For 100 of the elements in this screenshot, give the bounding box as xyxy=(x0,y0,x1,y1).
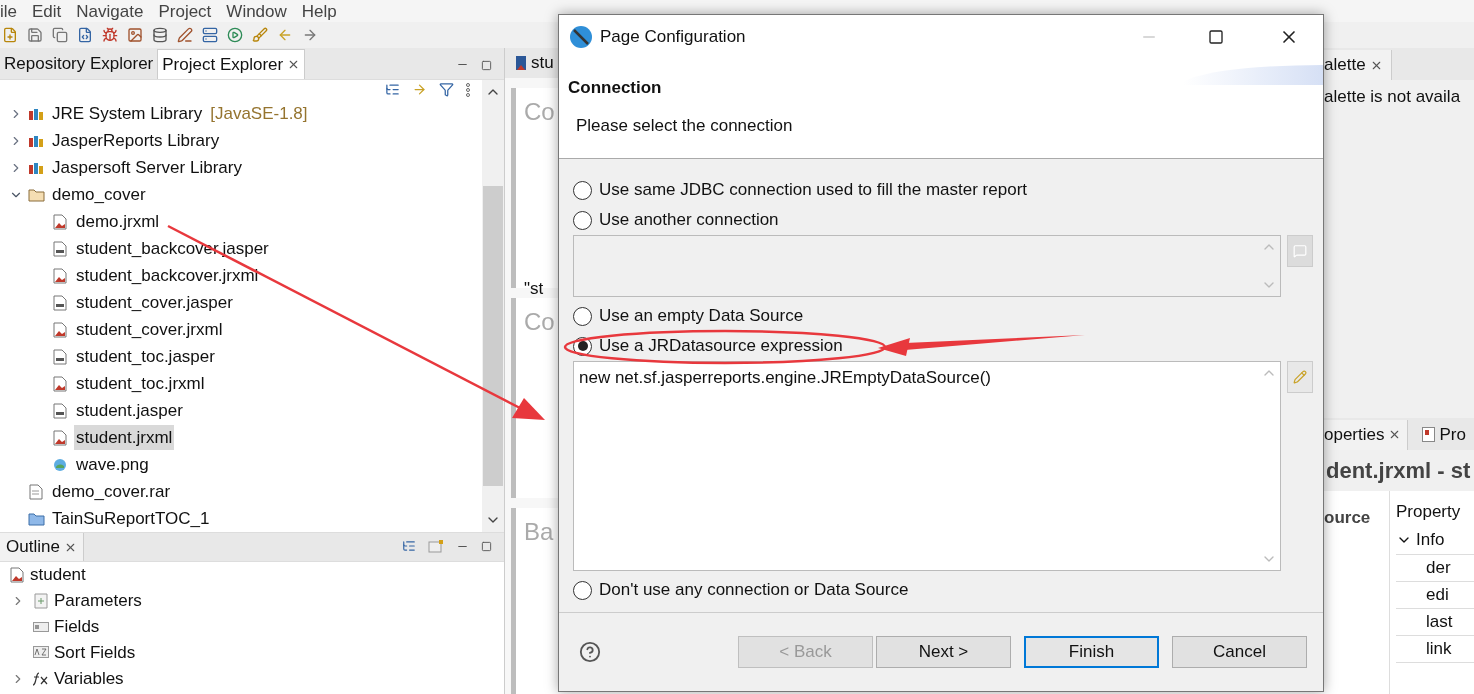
radio-button[interactable] xyxy=(573,580,592,600)
dialog-button[interactable]: Finish xyxy=(1024,636,1159,668)
menu-item[interactable]: Project xyxy=(158,2,212,20)
menu-item[interactable]: Window xyxy=(226,2,287,20)
view-tab[interactable]: Pro xyxy=(1408,419,1472,450)
globe-icon xyxy=(53,457,67,472)
page-description: Please select the connection xyxy=(575,114,794,137)
tree-item[interactable]: student_toc.jasper xyxy=(74,343,217,370)
new-file-icon[interactable] xyxy=(2,27,18,43)
tree-item[interactable]: demo_cover.rar xyxy=(50,478,173,505)
tree-item[interactable]: student.jrxml xyxy=(74,424,175,451)
menu-item[interactable]: Help xyxy=(301,2,337,20)
tree-item[interactable]: wave.png xyxy=(74,451,151,478)
maximize-icon[interactable] xyxy=(1208,29,1224,45)
property-group[interactable]: Info xyxy=(1416,527,1445,553)
tree-item[interactable]: student_cover.jrxml xyxy=(74,316,225,343)
palette-message: alette is not availa xyxy=(1324,86,1462,108)
menu-item[interactable]: ile xyxy=(0,2,17,20)
bug-icon[interactable] xyxy=(102,27,118,43)
parameter-icon xyxy=(34,593,48,609)
report-file-icon xyxy=(53,375,67,392)
radio-label[interactable]: Use a JRDatasource expression xyxy=(599,333,843,359)
property-name: der xyxy=(1426,557,1451,577)
editor-tab[interactable]: stu xyxy=(505,48,562,78)
binary-file-icon xyxy=(53,402,67,419)
scrollbar[interactable] xyxy=(482,80,504,532)
file-icon xyxy=(29,483,43,500)
outline-item[interactable]: Variables xyxy=(54,666,124,692)
server-icon[interactable] xyxy=(202,27,218,43)
tree-view-icon[interactable] xyxy=(402,539,416,553)
report-file-icon xyxy=(53,213,67,230)
radio-button[interactable] xyxy=(573,180,592,200)
save-icon[interactable] xyxy=(27,27,43,43)
section-label: ource xyxy=(1324,507,1371,527)
tree-item[interactable]: Jaspersoft Server Library xyxy=(50,154,244,181)
tree-item[interactable]: student.jasper xyxy=(74,397,185,424)
maximize-icon[interactable] xyxy=(481,540,492,552)
folder-icon xyxy=(27,511,45,526)
radio-label[interactable]: Don't use any connection or Data Source xyxy=(599,577,909,603)
sort-icon xyxy=(33,646,49,660)
properties-icon xyxy=(1422,427,1436,442)
section-heading: Ba xyxy=(524,517,554,547)
tree-item[interactable]: student_toc.jrxml xyxy=(74,370,207,397)
more-dots-icon[interactable] xyxy=(466,82,470,97)
binary-file-icon xyxy=(53,294,67,311)
folder-icon xyxy=(27,187,45,202)
radio-label[interactable]: Use another connection xyxy=(599,207,779,233)
tree-item[interactable]: JRE System Library xyxy=(50,100,205,127)
field-icon xyxy=(33,622,49,632)
radio-button[interactable] xyxy=(573,210,592,230)
outline-item[interactable]: Fields xyxy=(54,614,100,640)
report-file-icon xyxy=(10,567,24,583)
radio-button[interactable] xyxy=(573,306,592,326)
tree-item-suffix: [JavaSE-1.8] xyxy=(210,102,308,125)
outline-item[interactable]: Parameters xyxy=(54,588,142,614)
binary-file-icon xyxy=(53,240,67,257)
brush-icon[interactable] xyxy=(252,27,268,43)
dialog-button[interactable]: Next > xyxy=(876,636,1011,668)
section-heading: Co xyxy=(524,97,555,127)
binary-file-icon xyxy=(53,348,67,365)
run-icon[interactable] xyxy=(227,27,243,43)
view-tab[interactable]: Project Explorer xyxy=(157,49,306,79)
dialog-button[interactable]: Cancel xyxy=(1172,636,1307,668)
menu-item[interactable]: Edit xyxy=(32,2,62,20)
tree-item[interactable]: student_cover.jasper xyxy=(74,289,235,316)
page-heading: Connection xyxy=(568,77,662,99)
help-icon[interactable] xyxy=(579,641,601,663)
property-name: last xyxy=(1426,611,1453,631)
collapse-all-icon[interactable] xyxy=(385,82,400,97)
app-logo-icon xyxy=(569,25,593,49)
report-file-icon xyxy=(53,267,67,284)
report-icon xyxy=(515,55,527,71)
dialog-title: Page Configuration xyxy=(600,26,746,49)
save-all-icon[interactable] xyxy=(52,27,68,43)
filter-icon[interactable] xyxy=(439,82,454,97)
radio-label[interactable]: Use an empty Data Source xyxy=(599,303,804,329)
report-file-icon xyxy=(53,429,67,446)
view-tab[interactable]: Outline xyxy=(0,533,84,561)
column-header: Property xyxy=(1396,500,1462,523)
outline-item[interactable]: student xyxy=(30,562,86,588)
tree-item[interactable]: student_backcover.jrxml xyxy=(74,262,261,289)
forward-arrow-icon[interactable] xyxy=(302,27,318,43)
tree-item[interactable]: demo.jrxml xyxy=(74,208,162,235)
outline-item[interactable]: Sort Fields xyxy=(54,640,136,666)
menu-item[interactable]: Navigate xyxy=(76,2,144,20)
pencil-icon xyxy=(1293,370,1307,384)
view-tab[interactable]: Repository Explorer xyxy=(0,49,158,79)
tree-item[interactable]: JasperReports Library xyxy=(50,127,222,154)
property-name: link xyxy=(1426,638,1452,658)
maximize-icon[interactable] xyxy=(481,60,492,71)
tree-item[interactable]: demo_cover xyxy=(50,181,148,208)
property-name: edi xyxy=(1426,584,1449,604)
view-tab[interactable]: alette xyxy=(1324,50,1392,80)
properties-title: dent.jrxml - st xyxy=(1325,456,1472,485)
section-heading: Co xyxy=(524,307,555,337)
compile-icon[interactable] xyxy=(77,27,93,43)
function-icon xyxy=(33,672,49,686)
editor-text: "st xyxy=(524,278,544,300)
radio-label[interactable]: Use same JDBC connection used to fill the master report xyxy=(599,177,1028,203)
tree-item[interactable]: TainSuReportTOC_1 xyxy=(50,505,212,532)
